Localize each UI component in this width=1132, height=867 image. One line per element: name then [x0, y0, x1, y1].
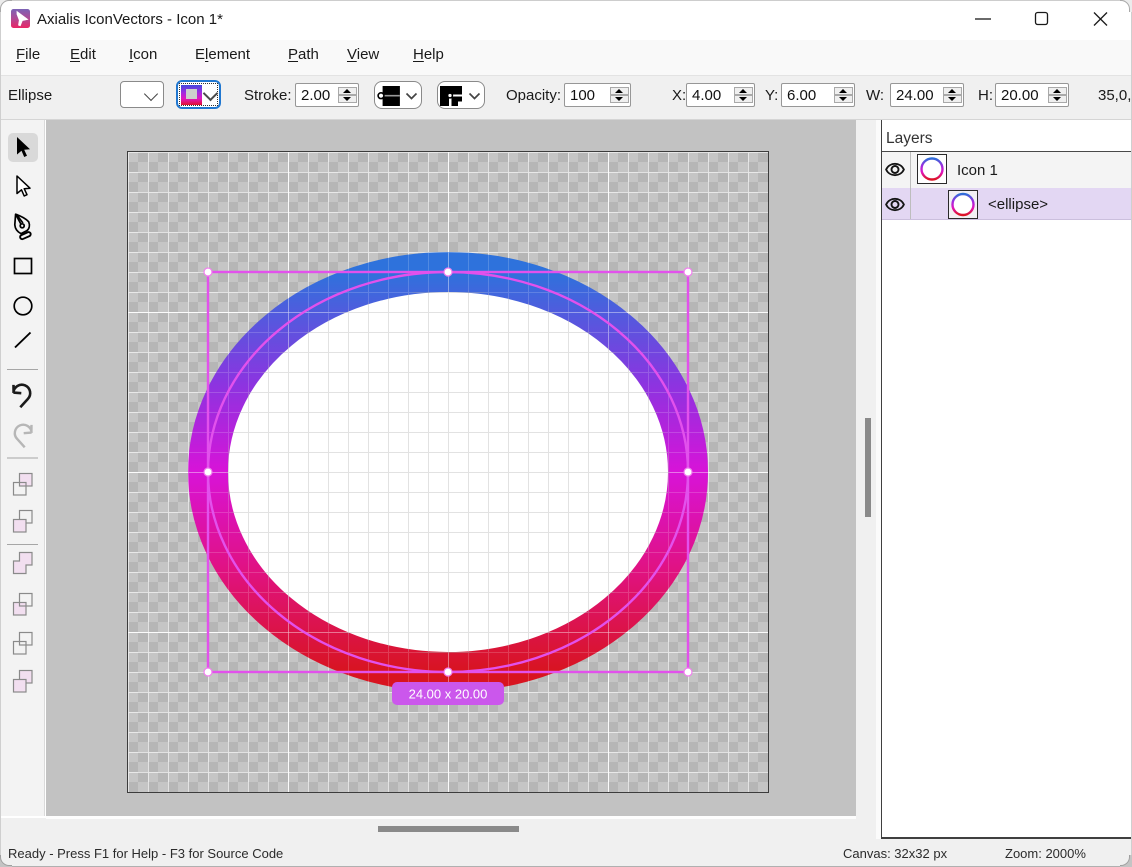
svg-text:24.00 x 20.00: 24.00 x 20.00: [409, 687, 488, 702]
